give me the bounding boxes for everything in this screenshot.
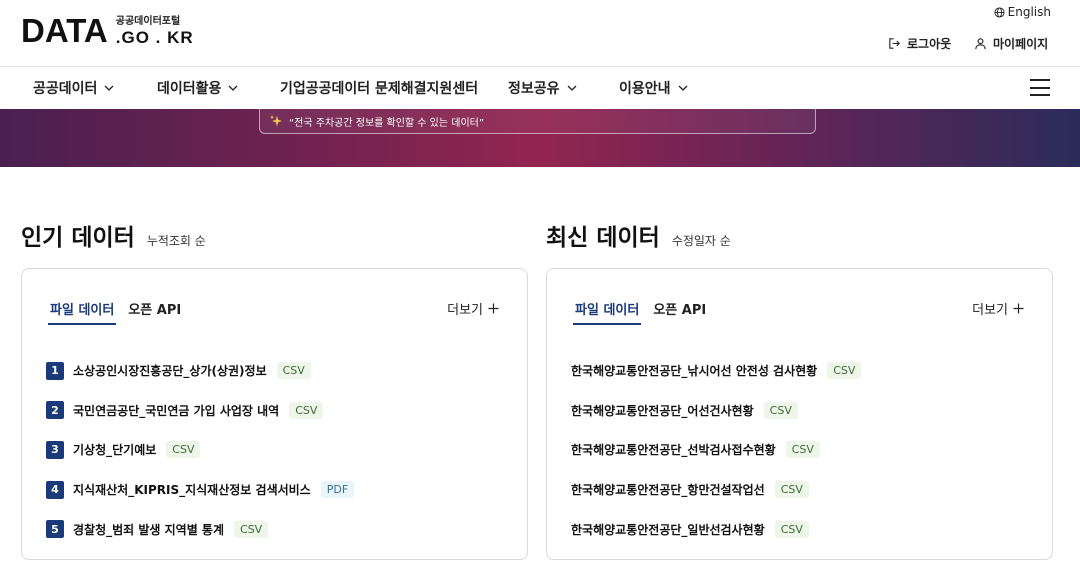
nav-item-support-center[interactable]: 기업공공데이터 문제해결지원센터 bbox=[280, 67, 478, 109]
nav-item-label: 기업공공데이터 문제해결지원센터 bbox=[280, 81, 479, 97]
nav-item-info-share[interactable]: 정보공유 bbox=[508, 67, 578, 109]
sparkle-icon bbox=[270, 115, 282, 127]
nav-item-public-data[interactable]: 공공데이터 bbox=[33, 67, 115, 109]
chevron-down-icon bbox=[678, 85, 687, 91]
plus-icon bbox=[488, 303, 499, 314]
dataset-title: 한국해양교통안전공단_선박검사접수현황 bbox=[571, 443, 776, 458]
latest-section-header: 최신 데이터 수정일자 순 bbox=[546, 218, 731, 252]
list-item[interactable]: 5 경찰청_범죄 발생 지역별 통계 CSV bbox=[46, 509, 354, 549]
more-label: 더보기 bbox=[972, 303, 1008, 318]
latest-sort-label: 수정일자 순 bbox=[671, 234, 731, 248]
nav-item-data-use[interactable]: 데이터활용 bbox=[157, 67, 239, 109]
popular-data-card: 파일 데이터 오픈 API 더보기 1 소상공인시장진흥공단_상가(상권)정보 … bbox=[21, 268, 528, 560]
list-item[interactable]: 2 국민연금공단_국민연금 가입 사업장 내역 CSV bbox=[46, 391, 354, 431]
site-logo[interactable]: DATA 공공데이터포털 .GO . KR bbox=[21, 14, 194, 48]
rank-badge: 2 bbox=[46, 401, 64, 420]
logo-wordmark: DATA bbox=[21, 12, 108, 49]
rank-badge: 1 bbox=[46, 361, 64, 380]
search-suggestion-box[interactable]: “전국 주차공간 정보를 확인할 수 있는 데이터” bbox=[259, 109, 816, 134]
format-badge: CSV bbox=[774, 520, 809, 538]
latest-data-card: 파일 데이터 오픈 API 더보기 한국해양교통안전공단_낚시어선 안전성 검사… bbox=[546, 268, 1053, 560]
dataset-title: 국민연금공단_국민연금 가입 사업장 내역 bbox=[73, 403, 280, 418]
dataset-title: 기상청_단기예보 bbox=[73, 443, 157, 458]
dataset-title: 한국해양교통안전공단_항만건설작업선 bbox=[571, 483, 765, 498]
language-switch[interactable]: English bbox=[994, 5, 1051, 19]
list-item[interactable]: 1 소상공인시장진흥공단_상가(상권)정보 CSV bbox=[46, 351, 354, 391]
list-item[interactable]: 한국해양교통안전공단_항만건설작업선 CSV bbox=[571, 470, 861, 510]
user-icon bbox=[975, 38, 986, 50]
hamburger-menu-icon[interactable] bbox=[1030, 79, 1050, 96]
list-item[interactable]: 한국해양교통안전공단_낚시어선 안전성 검사현황 CSV bbox=[571, 351, 862, 391]
format-badge: CSV bbox=[774, 481, 809, 499]
format-badge: PDF bbox=[320, 481, 355, 499]
popular-tabs: 파일 데이터 오픈 API bbox=[48, 299, 183, 325]
suggestion-text: “전국 주차공간 정보를 확인할 수 있는 데이터” bbox=[289, 117, 485, 129]
globe-icon bbox=[994, 6, 1005, 18]
mypage-button[interactable]: 마이페이지 bbox=[974, 35, 1048, 52]
format-badge: CSV bbox=[827, 362, 862, 380]
popular-title: 인기 데이터 bbox=[21, 225, 135, 251]
format-badge: CSV bbox=[166, 441, 201, 459]
dataset-title: 한국해양교통안전공단_어선건사현황 bbox=[571, 403, 754, 418]
nav-item-label: 공공데이터 bbox=[33, 81, 98, 97]
logo-korean-name: 공공데이터포털 bbox=[115, 16, 181, 27]
format-badge: CSV bbox=[289, 401, 324, 419]
list-item[interactable]: 한국해양교통안전공단_어선건사현황 CSV bbox=[571, 391, 861, 431]
tab-open-api[interactable]: 오픈 API bbox=[651, 299, 708, 325]
tab-file-data[interactable]: 파일 데이터 bbox=[48, 299, 117, 325]
logout-button[interactable]: 로그아웃 bbox=[888, 35, 951, 52]
dataset-title: 경찰청_범죄 발생 지역별 통계 bbox=[73, 522, 225, 537]
main-nav: 공공데이터 데이터활용 기업공공데이터 문제해결지원센터 정보공유 이용안내 bbox=[0, 66, 1080, 109]
format-badge: CSV bbox=[234, 520, 269, 538]
logout-label: 로그아웃 bbox=[907, 37, 952, 51]
nav-item-label: 정보공유 bbox=[508, 81, 560, 97]
site-header: DATA 공공데이터포털 .GO . KR English 로그아웃 마이페이지 bbox=[0, 0, 1080, 66]
tab-file-data[interactable]: 파일 데이터 bbox=[573, 299, 642, 325]
plus-icon bbox=[1013, 303, 1024, 314]
rank-badge: 4 bbox=[46, 480, 64, 499]
list-item[interactable]: 한국해양교통안전공단_선박검사접수현황 CSV bbox=[571, 430, 861, 470]
chevron-down-icon bbox=[567, 85, 576, 91]
logo-side: 공공데이터포털 .GO . KR bbox=[116, 14, 194, 48]
logout-icon bbox=[889, 38, 900, 49]
popular-list: 1 소상공인시장진흥공단_상가(상권)정보 CSV 2 국민연금공단_국민연금 … bbox=[46, 351, 355, 549]
latest-title: 최신 데이터 bbox=[546, 225, 660, 251]
dataset-title: 소상공인시장진흥공단_상가(상권)정보 bbox=[73, 364, 267, 379]
language-label: English bbox=[1007, 5, 1051, 19]
list-item[interactable]: 한국해양교통안전공단_일반선검사현황 CSV bbox=[571, 509, 861, 549]
logo-domain: .GO . KR bbox=[115, 28, 194, 47]
dataset-title: 지식재산처_KIPRIS_지식재산정보 검색서비스 bbox=[73, 483, 311, 498]
latest-list: 한국해양교통안전공단_낚시어선 안전성 검사현황 CSV 한국해양교통안전공단_… bbox=[571, 351, 862, 549]
latest-tabs: 파일 데이터 오픈 API bbox=[573, 299, 708, 325]
more-label: 더보기 bbox=[447, 303, 483, 318]
nav-item-label: 이용안내 bbox=[619, 81, 671, 97]
more-button[interactable]: 더보기 bbox=[972, 299, 1024, 318]
popular-section-header: 인기 데이터 누적조회 순 bbox=[21, 218, 206, 252]
rank-badge: 3 bbox=[46, 440, 64, 459]
tab-open-api[interactable]: 오픈 API bbox=[126, 299, 183, 325]
dataset-title: 한국해양교통안전공단_낚시어선 안전성 검사현황 bbox=[571, 364, 818, 379]
more-button[interactable]: 더보기 bbox=[447, 299, 499, 318]
format-badge: CSV bbox=[276, 362, 311, 380]
rank-badge: 5 bbox=[46, 520, 64, 539]
nav-item-guide[interactable]: 이용안내 bbox=[619, 67, 689, 109]
list-item[interactable]: 4 지식재산처_KIPRIS_지식재산정보 검색서비스 PDF bbox=[46, 470, 355, 510]
format-badge: CSV bbox=[763, 401, 798, 419]
nav-item-label: 데이터활용 bbox=[157, 81, 222, 97]
mypage-label: 마이페이지 bbox=[993, 37, 1049, 51]
dataset-title: 한국해양교통안전공단_일반선검사현황 bbox=[571, 522, 765, 537]
chevron-down-icon bbox=[104, 85, 114, 91]
popular-sort-label: 누적조회 순 bbox=[146, 234, 206, 248]
chevron-down-icon bbox=[228, 85, 238, 91]
format-badge: CSV bbox=[785, 441, 820, 459]
hero-banner: “전국 주차공간 정보를 확인할 수 있는 데이터” bbox=[0, 109, 1080, 167]
list-item[interactable]: 3 기상청_단기예보 CSV bbox=[46, 430, 354, 470]
